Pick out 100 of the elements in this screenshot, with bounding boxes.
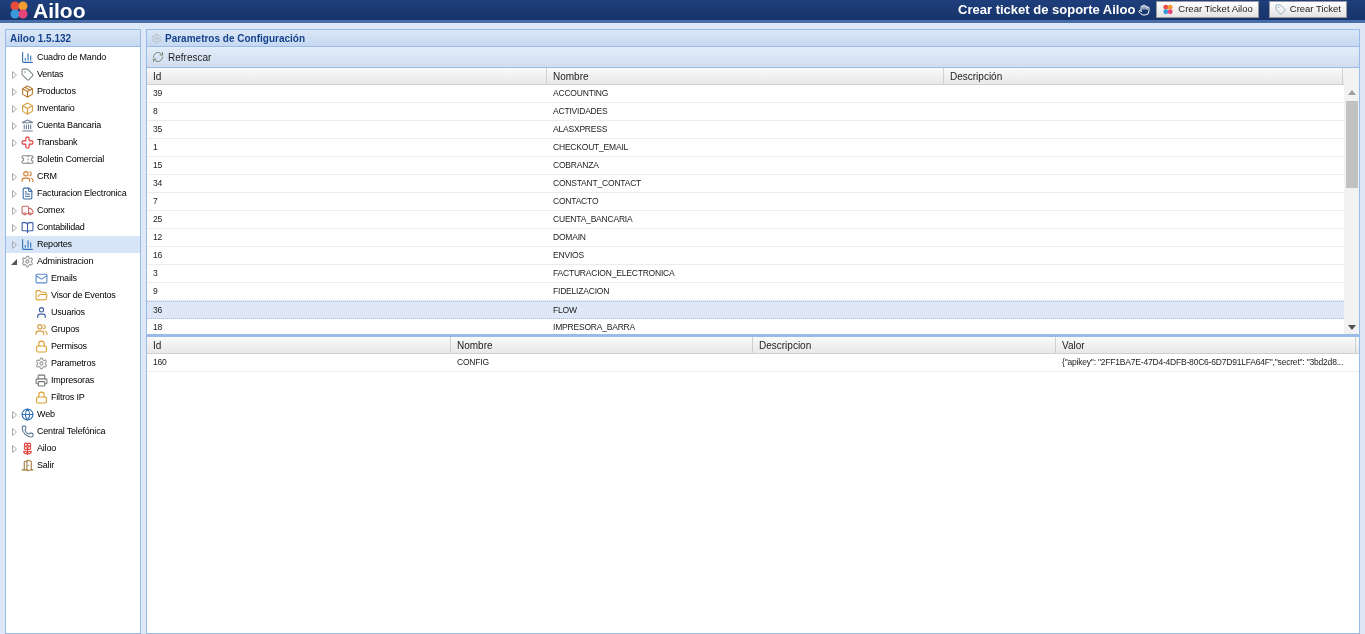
tree-row[interactable]: Salir [6, 457, 140, 474]
table-row[interactable]: 36 FLOW [147, 301, 1344, 319]
tree-item-label: Ventas [37, 67, 64, 81]
table-cell: FIDELIZACION [553, 285, 610, 298]
tree-item-label: CRM [37, 169, 57, 183]
tree-row[interactable]: Transbank [6, 134, 140, 151]
tree-item-label: Web [37, 407, 55, 421]
tree-item-label: Contabilidad [37, 220, 85, 234]
tree-row[interactable]: Ventas [6, 66, 140, 83]
table-row[interactable]: 160 CONFIG {"apikey": "2FF1BA7E-47D4-4DFB-80C6-6D7D91LFA64F","secret": "3bd2d8... [147, 354, 1359, 372]
tree-row[interactable]: Cuadro de Mando [6, 49, 140, 66]
tree-item-label: Reportes [37, 237, 72, 251]
tree-row[interactable]: Facturacion Electronica [6, 185, 140, 202]
collapsed-arrow-icon[interactable] [11, 104, 17, 113]
table-row[interactable]: 12 DOMAIN [147, 229, 1344, 247]
tree-row[interactable]: Boletin Comercial [6, 151, 140, 168]
table-row[interactable]: 15 COBRANZA [147, 157, 1344, 175]
collapsed-arrow-icon[interactable] [11, 138, 17, 147]
column-header[interactable]: Valor [1056, 337, 1356, 353]
column-header[interactable]: Nombre [547, 68, 944, 84]
tree-row[interactable]: Filtros IP [6, 389, 140, 406]
table-cell: 39 [153, 87, 163, 100]
tree-row[interactable]: Cuenta Bancaria [6, 117, 140, 134]
tree-row[interactable]: Usuarios [6, 304, 140, 321]
tree-row[interactable]: Administracion [6, 253, 140, 270]
table-row[interactable]: 3 FACTURACION_ELECTRONICA [147, 265, 1344, 283]
logo-text: Ailoo [33, 0, 86, 21]
collapsed-arrow-icon[interactable] [11, 444, 17, 453]
column-header[interactable]: Nombre [451, 337, 753, 353]
bar-chart-icon [21, 51, 34, 64]
tree-row[interactable]: Grupos [6, 321, 140, 338]
tree-item-label: Administracion [37, 254, 94, 268]
globe-icon [21, 408, 34, 421]
table-row[interactable]: 39 ACCOUNTING [147, 85, 1344, 103]
collapsed-arrow-icon[interactable] [11, 189, 17, 198]
tree-item-label: Emails [51, 271, 77, 285]
table-cell: 34 [153, 177, 163, 190]
tree-row[interactable]: Permisos [6, 338, 140, 355]
refresh-icon [152, 51, 164, 63]
table-row[interactable]: 25 CUENTA_BANCARIA [147, 211, 1344, 229]
table-cell: DOMAIN [553, 231, 586, 244]
table-cell: 160 [153, 356, 167, 369]
tree-item-label: Central Telefónica [37, 424, 106, 438]
scrollbar[interactable] [1344, 68, 1359, 334]
column-header[interactable]: Id [147, 337, 451, 353]
collapsed-arrow-icon[interactable] [11, 240, 17, 249]
tree-row[interactable]: Productos [6, 83, 140, 100]
tree-item-label: Visor de Eventos [51, 288, 116, 302]
collapsed-arrow-icon[interactable] [11, 410, 17, 419]
tree-row[interactable]: Emails [6, 270, 140, 287]
tree-row[interactable]: Contabilidad [6, 219, 140, 236]
collapsed-arrow-icon[interactable] [11, 121, 17, 130]
tree-row[interactable]: Parametros [6, 355, 140, 372]
tree-item-label: Facturacion Electronica [37, 186, 127, 200]
table-cell: 7 [153, 195, 158, 208]
collapsed-arrow-icon[interactable] [11, 223, 17, 232]
table-cell: 8 [153, 105, 158, 118]
table-row[interactable]: 1 CHECKOUT_EMAIL [147, 139, 1344, 157]
collapsed-arrow-icon[interactable] [11, 70, 17, 79]
collapsed-arrow-icon[interactable] [11, 427, 17, 436]
book-icon [21, 221, 34, 234]
collapsed-arrow-icon[interactable] [11, 87, 17, 96]
ticket-button[interactable]: Crear Ticket [1268, 0, 1347, 18]
table-cell: 1 [153, 141, 158, 154]
tree-row[interactable]: CRM [6, 168, 140, 185]
collapsed-arrow-icon[interactable] [11, 206, 17, 215]
tree-row[interactable]: Ailoo [6, 440, 140, 457]
table-row[interactable]: 8 ACTIVIDADES [147, 103, 1344, 121]
table-cell: 3 [153, 267, 158, 280]
tree-row[interactable]: Reportes [6, 236, 140, 253]
tree-row[interactable]: Central Telefónica [6, 423, 140, 440]
table-cell: 12 [153, 231, 163, 244]
table-row[interactable]: 16 ENVIOS [147, 247, 1344, 265]
table-row[interactable]: 35 ALASXPRESS [147, 121, 1344, 139]
column-header[interactable]: Descripcion [753, 337, 1056, 353]
tree-row[interactable]: Web [6, 406, 140, 423]
collapsed-arrow-icon[interactable] [11, 172, 17, 181]
scroll-down-arrow-icon[interactable] [1347, 325, 1356, 330]
phone-icon [21, 425, 34, 438]
tree-row[interactable]: Inventario [6, 100, 140, 117]
support-text: Crear ticket de soporte Ailoo [958, 1, 1136, 20]
table-row[interactable]: 7 CONTACTO [147, 193, 1344, 211]
cross-icon [21, 136, 34, 149]
tree-item-label: Boletin Comercial [37, 152, 105, 166]
scroll-up-arrow-icon[interactable] [1347, 90, 1356, 95]
tree-row[interactable]: Comex [6, 202, 140, 219]
tree-row[interactable]: Visor de Eventos [6, 287, 140, 304]
ticket-button[interactable]: Crear Ticket Ailoo [1156, 0, 1259, 18]
refresh-button[interactable]: Refrescar [151, 49, 213, 65]
tree-item-label: Impresoras [51, 373, 94, 387]
column-header[interactable]: Id [147, 68, 547, 84]
expanded-arrow-icon[interactable] [11, 258, 17, 265]
box-icon [21, 85, 34, 98]
table-cell: 16 [153, 249, 163, 262]
table-cell: 36 [153, 303, 163, 317]
table-cell: CUENTA_BANCARIA [553, 213, 633, 226]
column-header[interactable]: Descripción [944, 68, 1343, 84]
lock-icon [35, 391, 48, 404]
table-row[interactable]: 34 CONSTANT_CONTACT [147, 175, 1344, 193]
tree-row[interactable]: Impresoras [6, 372, 140, 389]
